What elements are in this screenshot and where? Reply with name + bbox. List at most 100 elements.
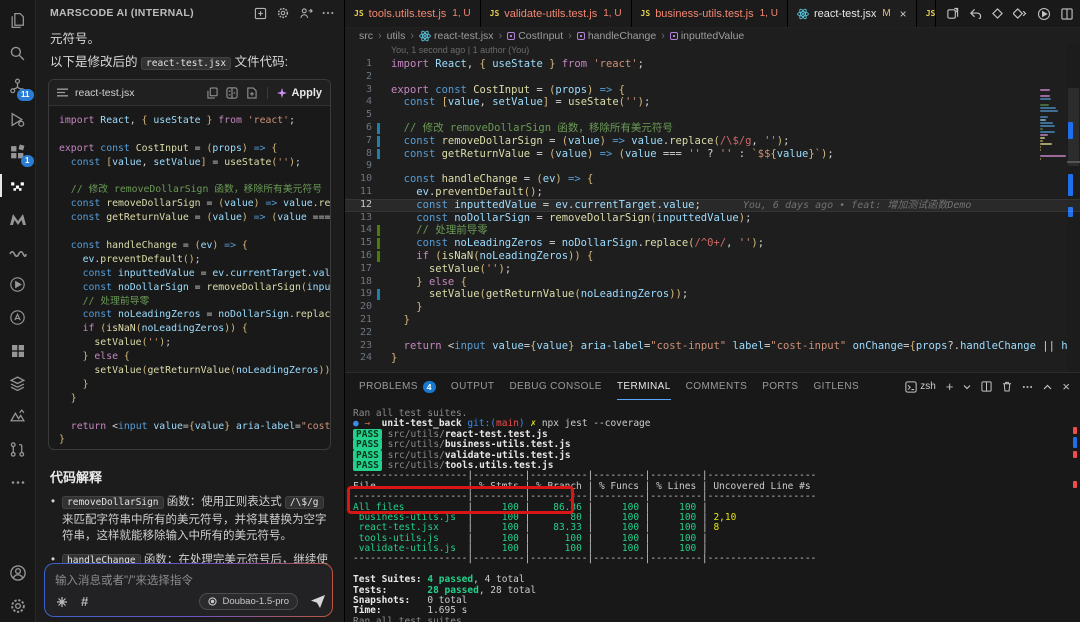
- panel-tab-ports[interactable]: PORTS: [762, 374, 798, 400]
- source-control-icon[interactable]: 11: [0, 70, 36, 103]
- breadcrumb-item-CostInput[interactable]: CostInput: [507, 30, 563, 42]
- tab-react-te[interactable]: JSreact-te: [917, 0, 936, 27]
- diff-next-icon[interactable]: [1013, 8, 1027, 19]
- feedback-icon[interactable]: [299, 7, 313, 20]
- minimap-line: [1040, 110, 1058, 112]
- marscode-m-icon[interactable]: [0, 202, 36, 235]
- minimap-line: [1040, 137, 1045, 139]
- annotation-mark: }: [569, 485, 575, 502]
- close-panel-icon[interactable]: ×: [1062, 379, 1070, 394]
- chat-input-box[interactable]: 输入消息或者"/"来选择指令 # Doubao-1.5-pro: [44, 563, 333, 617]
- tab-react-test.jsx[interactable]: react-test.jsxM×: [788, 0, 917, 27]
- breadcrumb-item-handleChange[interactable]: handleChange: [577, 30, 656, 42]
- pull-request-icon[interactable]: [0, 433, 36, 466]
- code-editor[interactable]: You, 1 second ago | 1 author (You) 12345…: [345, 44, 1080, 372]
- grid-icon[interactable]: [0, 334, 36, 367]
- kill-terminal-icon[interactable]: [1002, 381, 1012, 392]
- minimap-line: [1040, 95, 1050, 97]
- tab-tools.utils.test.js[interactable]: JStools.utils.test.js1, U: [345, 0, 481, 27]
- minimap-line: [1040, 122, 1053, 124]
- panel-tab-output[interactable]: OUTPUT: [451, 374, 495, 400]
- close-tab-icon[interactable]: ×: [900, 8, 907, 20]
- open-changes-icon[interactable]: [946, 7, 959, 20]
- marscode-ai-icon[interactable]: [0, 169, 36, 202]
- chat-input-placeholder[interactable]: 输入消息或者"/"来选择指令: [45, 564, 332, 588]
- chat-more-icon[interactable]: [322, 11, 334, 15]
- chat-panel-title: MARSCODE AI (INTERNAL): [50, 7, 254, 19]
- chat-code-line: import React, { useState } from 'react';: [59, 114, 330, 128]
- breadcrumb[interactable]: src›utils›react-test.jsx›CostInput›handl…: [345, 27, 1080, 44]
- chat-code-line: // 处理前导零: [59, 295, 330, 309]
- more-icon[interactable]: [0, 466, 36, 499]
- split-terminal-icon[interactable]: [981, 381, 992, 392]
- copy-icon[interactable]: [207, 87, 218, 99]
- context-hash-icon[interactable]: #: [81, 594, 88, 609]
- tab-business-utils.test.js[interactable]: JSbusiness-utils.test.js1, U: [632, 0, 788, 27]
- chat-code-line: const [value, setValue] = useState('');: [59, 156, 330, 170]
- diff-icon[interactable]: [226, 87, 238, 99]
- terminal-shell-item[interactable]: zsh: [905, 381, 936, 393]
- panel-tab-gitlens[interactable]: GITLENS: [813, 374, 859, 400]
- js-icon: JS: [926, 9, 936, 18]
- model-logo-icon: [208, 597, 217, 606]
- tab-label: business-utils.test.js: [655, 8, 753, 20]
- panel-tab-comments[interactable]: COMMENTS: [686, 374, 748, 400]
- tab-decoration: 1, U: [452, 8, 470, 19]
- split-editor-icon[interactable]: [1061, 8, 1073, 20]
- maximize-panel-icon[interactable]: [1043, 384, 1052, 390]
- breadcrumb-item-react-test.jsx[interactable]: react-test.jsx: [419, 30, 494, 42]
- code-card-menu-icon: [57, 88, 68, 97]
- scm-badge: 11: [17, 89, 33, 101]
- apply-button[interactable]: Apply: [267, 87, 322, 99]
- layers-icon[interactable]: [0, 367, 36, 400]
- search-icon[interactable]: [0, 37, 36, 70]
- panel-tab-debug-console[interactable]: DEBUG CONSOLE: [509, 374, 601, 400]
- insert-code-icon[interactable]: [246, 87, 257, 99]
- js-icon: JS: [490, 9, 500, 18]
- skill-icon[interactable]: [56, 596, 68, 608]
- minimap-line: [1040, 140, 1043, 142]
- editor-tab-bar: JStools.utils.test.js1, UJSvalidate-util…: [345, 0, 1080, 28]
- gitlens-authors-codelens[interactable]: You, 1 second ago | 1 author (You): [391, 45, 529, 55]
- chat-code-line: setValue('');: [59, 336, 330, 350]
- workspace-icon[interactable]: [0, 400, 36, 433]
- panel-more-icon[interactable]: [1022, 385, 1033, 389]
- chat-settings-icon[interactable]: [276, 6, 290, 20]
- new-terminal-icon[interactable]: +: [946, 379, 954, 394]
- breadcrumb-item-src[interactable]: src: [359, 30, 373, 42]
- panel-tab-terminal[interactable]: TERMINAL: [617, 374, 671, 400]
- breadcrumb-item-inputtedValue[interactable]: inputtedValue: [670, 30, 744, 42]
- panel-tab-problems[interactable]: PROBLEMS4: [359, 374, 436, 400]
- send-icon[interactable]: [311, 595, 325, 608]
- new-chat-icon[interactable]: [254, 7, 267, 20]
- code-line: setValue(getReturnValue(noLeadingZeros))…: [391, 288, 1080, 301]
- run-debug-icon[interactable]: [0, 103, 36, 136]
- line-number: 22: [345, 327, 389, 340]
- extensions-icon[interactable]: 1: [0, 136, 36, 169]
- terminal-scroll-mark: [1073, 481, 1077, 488]
- model-selector[interactable]: Doubao-1.5-pro: [199, 593, 298, 610]
- terminal-picker-icon[interactable]: [963, 384, 971, 390]
- chat-code-line: const inputtedValue = ev.currentTarget.v…: [59, 267, 330, 281]
- settings-gear-icon[interactable]: [0, 589, 36, 622]
- terminal-line: --------------------|---------|---------…: [353, 554, 1064, 564]
- code-card-filename: react-test.jsx: [75, 87, 200, 99]
- minimap[interactable]: [1040, 89, 1066, 161]
- breadcrumb-item-utils[interactable]: utils: [387, 30, 406, 42]
- run-icon[interactable]: [1037, 7, 1051, 21]
- wave-icon[interactable]: [0, 235, 36, 268]
- chat-code-line: export const CostInput = (props) => {: [59, 142, 330, 156]
- diff-open-icon[interactable]: [992, 8, 1003, 19]
- account-icon[interactable]: [0, 556, 36, 589]
- test-account-icon[interactable]: [0, 301, 36, 334]
- tab-validate-utils.test.js[interactable]: JSvalidate-utils.test.js1, U: [481, 0, 632, 27]
- react-icon: [419, 30, 431, 42]
- line-number: 7: [345, 135, 389, 148]
- run-profile-icon[interactable]: [0, 268, 36, 301]
- tab-decoration: 1, U: [603, 8, 621, 19]
- back-icon[interactable]: [969, 9, 982, 19]
- explorer-icon[interactable]: [0, 4, 36, 37]
- chat-code-line: const noDollarSign = removeDollarSign(in…: [59, 281, 330, 295]
- line-number: 13: [345, 212, 389, 225]
- chat-code-line: [59, 128, 330, 142]
